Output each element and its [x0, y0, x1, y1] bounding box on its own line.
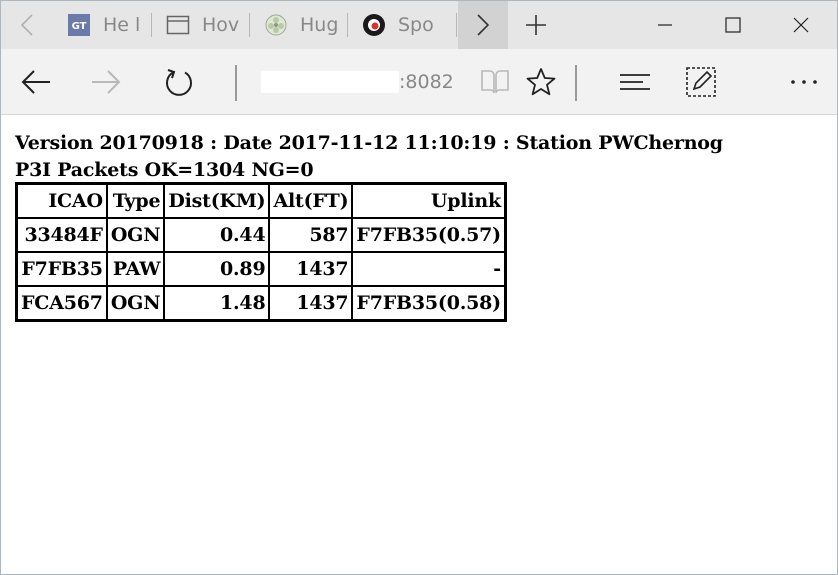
address-bar[interactable]: :8082	[259, 69, 471, 97]
browser-window: GT He l Hov Hug Spo:8082 Version 201709…	[0, 0, 838, 575]
ellipsis-icon	[791, 80, 817, 84]
cell-alt: 587	[269, 218, 353, 252]
toolbar-separator	[575, 65, 577, 101]
minimize-icon	[658, 24, 672, 26]
tab-label: He l	[103, 14, 141, 36]
header-uplink: Uplink	[352, 184, 505, 218]
tab-3[interactable]: Spo	[348, 1, 456, 49]
tab-label: Hov	[202, 14, 240, 36]
table-row: FCA567 OGN 1.48 1437 F7FB35(0.58)	[17, 286, 505, 320]
reading-view-button[interactable]	[473, 49, 517, 115]
table-row: 33484F OGN 0.44 587 F7FB35(0.57)	[17, 218, 505, 252]
tab-label: Hug	[300, 14, 339, 36]
arrow-left-icon	[21, 70, 50, 94]
close-icon	[793, 17, 809, 33]
maximize-icon	[725, 17, 741, 33]
header-type: Type	[106, 184, 165, 218]
chevron-left-icon	[20, 14, 33, 36]
cell-type: OGN	[106, 218, 165, 252]
back-button[interactable]	[11, 49, 61, 115]
pen-icon	[686, 67, 716, 97]
spotify-icon	[362, 13, 386, 37]
tab-strip: GT He l Hov Hug Spo	[1, 1, 837, 49]
header-icao: ICAO	[17, 184, 107, 218]
chevron-right-icon	[477, 14, 490, 36]
tab-label: Spo	[398, 14, 434, 36]
tab-separator	[456, 13, 457, 37]
table-row: F7FB35 PAW 0.89 1437 -	[17, 252, 505, 286]
cell-uplink: F7FB35(0.57)	[352, 218, 505, 252]
packets-line: P3I Packets OK=1304 NG=0	[15, 159, 314, 181]
forward-button[interactable]	[81, 49, 131, 115]
cell-type: PAW	[106, 252, 165, 286]
book-icon	[481, 70, 509, 94]
tab-2[interactable]: Hug	[250, 1, 347, 49]
page-content: Version 20170918 : Date 2017-11-12 11:10…	[15, 129, 723, 322]
cell-dist: 0.44	[164, 218, 270, 252]
close-window-button[interactable]	[767, 1, 835, 49]
cell-icao: FCA567	[17, 286, 107, 320]
address-redacted	[261, 71, 399, 93]
cell-alt: 1437	[269, 252, 353, 286]
cell-dist: 1.48	[164, 286, 270, 320]
cell-dist: 0.89	[164, 252, 270, 286]
address-port: :8082	[399, 71, 454, 93]
gt-icon: GT	[67, 13, 91, 37]
tab-0[interactable]: GT He l	[53, 1, 151, 49]
cell-icao: 33484F	[17, 218, 107, 252]
hub-icon	[620, 74, 650, 90]
table-header-row: ICAO Type Dist(KM) Alt(FT) Uplink	[17, 184, 505, 218]
header-alt: Alt(FT)	[269, 184, 353, 218]
minimize-button[interactable]	[631, 1, 699, 49]
cell-uplink: F7FB35(0.58)	[352, 286, 505, 320]
more-button[interactable]	[781, 49, 827, 115]
new-tab-button[interactable]	[513, 1, 559, 49]
tabs-scroll-forward-button[interactable]	[458, 1, 508, 49]
tabs-scroll-back-button[interactable]	[1, 1, 53, 49]
refresh-icon	[166, 69, 192, 96]
favorite-button[interactable]	[519, 49, 563, 115]
tab-1[interactable]: Hov	[152, 1, 249, 49]
toolbar-separator	[235, 65, 237, 101]
aircraft-table: ICAO Type Dist(KM) Alt(FT) Uplink 33484F…	[15, 182, 507, 322]
version-line: Version 20170918 : Date 2017-11-12 11:10…	[15, 132, 723, 154]
web-note-button[interactable]	[677, 49, 725, 115]
plus-icon	[526, 15, 546, 35]
flower-icon	[264, 13, 288, 37]
maximize-button[interactable]	[699, 1, 767, 49]
hub-button[interactable]	[609, 49, 661, 115]
refresh-button[interactable]	[154, 49, 204, 115]
window-icon	[166, 13, 190, 37]
navigation-toolbar: :8082	[1, 49, 837, 115]
cell-uplink: -	[352, 252, 505, 286]
header-dist: Dist(KM)	[164, 184, 270, 218]
arrow-right-icon	[92, 70, 121, 94]
star-icon	[526, 68, 556, 96]
cell-alt: 1437	[269, 286, 353, 320]
cell-icao: F7FB35	[17, 252, 107, 286]
svg-text:GT: GT	[72, 21, 87, 32]
cell-type: OGN	[106, 286, 165, 320]
